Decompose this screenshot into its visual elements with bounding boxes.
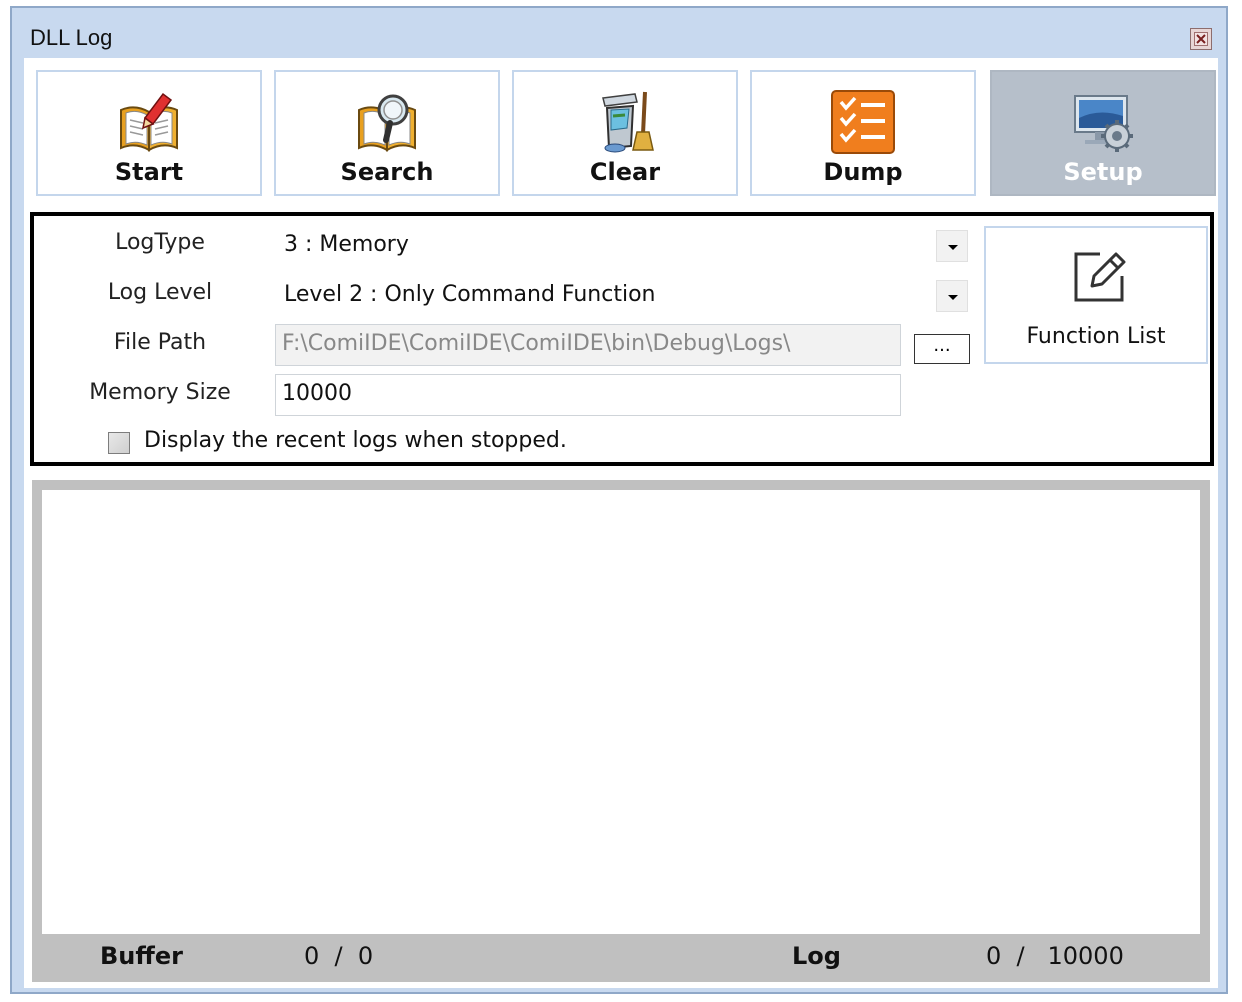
edit-icon — [1074, 252, 1126, 302]
buffer-value: 0 / 0 — [304, 942, 374, 970]
setup-panel: LogType 3 : Memory Log Level Level 2 : O… — [30, 212, 1214, 466]
search-button[interactable]: Search — [274, 70, 500, 196]
recent-logs-checkbox[interactable] — [108, 432, 130, 454]
log-label: Log — [792, 942, 841, 970]
content-area: Start Search Clear Dump Setup LogType 3 … — [24, 58, 1218, 988]
log-value: 0 / 10000 — [986, 942, 1124, 970]
setup-label: Setup — [1063, 158, 1143, 186]
dump-button[interactable]: Dump — [750, 70, 976, 196]
book-pencil-icon — [120, 92, 178, 152]
log-panel: Buffer 0 / 0 Log 0 / 10000 — [32, 480, 1210, 982]
setup-button[interactable]: Setup — [990, 70, 1216, 196]
clear-button[interactable]: Clear — [512, 70, 738, 196]
book-magnifier-icon — [358, 94, 416, 152]
memory-size-field[interactable]: 10000 — [275, 374, 901, 416]
close-button[interactable] — [1190, 28, 1212, 50]
close-icon — [1194, 32, 1208, 46]
file-path-field[interactable]: F:\ComiIDE\ComiIDE\ComiIDE\bin\Debug\Log… — [275, 324, 901, 366]
log-level-label: Log Level — [107, 280, 213, 305]
file-path-label: File Path — [113, 330, 207, 355]
window-title: DLL Log — [30, 25, 113, 50]
clear-label: Clear — [589, 158, 661, 186]
log-type-combo[interactable]: 3 : Memory — [284, 232, 409, 257]
log-output-area[interactable] — [42, 490, 1200, 934]
recent-logs-label[interactable]: Display the recent logs when stopped. — [144, 428, 567, 453]
log-level-combo[interactable]: Level 2 : Only Command Function — [284, 282, 656, 307]
title-bar[interactable]: DLL Log — [12, 8, 1226, 58]
dll-log-window: DLL Log Start Search Clear Dump Setup Lo… — [10, 6, 1228, 994]
log-type-label: LogType — [115, 230, 205, 255]
search-label: Search — [340, 158, 434, 186]
log-level-dropdown[interactable] — [936, 280, 968, 312]
buffer-label: Buffer — [100, 942, 183, 970]
function-list-button[interactable]: Function List — [984, 226, 1208, 364]
checklist-icon — [831, 90, 895, 154]
start-button[interactable]: Start — [36, 70, 262, 196]
browse-button[interactable]: ... — [914, 334, 970, 364]
monitor-gear-icon — [1074, 95, 1133, 152]
function-list-label: Function List — [1026, 324, 1166, 349]
dump-label: Dump — [823, 158, 903, 186]
log-type-dropdown[interactable] — [936, 230, 968, 262]
trash-broom-icon — [602, 91, 654, 153]
memory-size-label: Memory Size — [89, 380, 231, 405]
start-label: Start — [114, 158, 184, 186]
